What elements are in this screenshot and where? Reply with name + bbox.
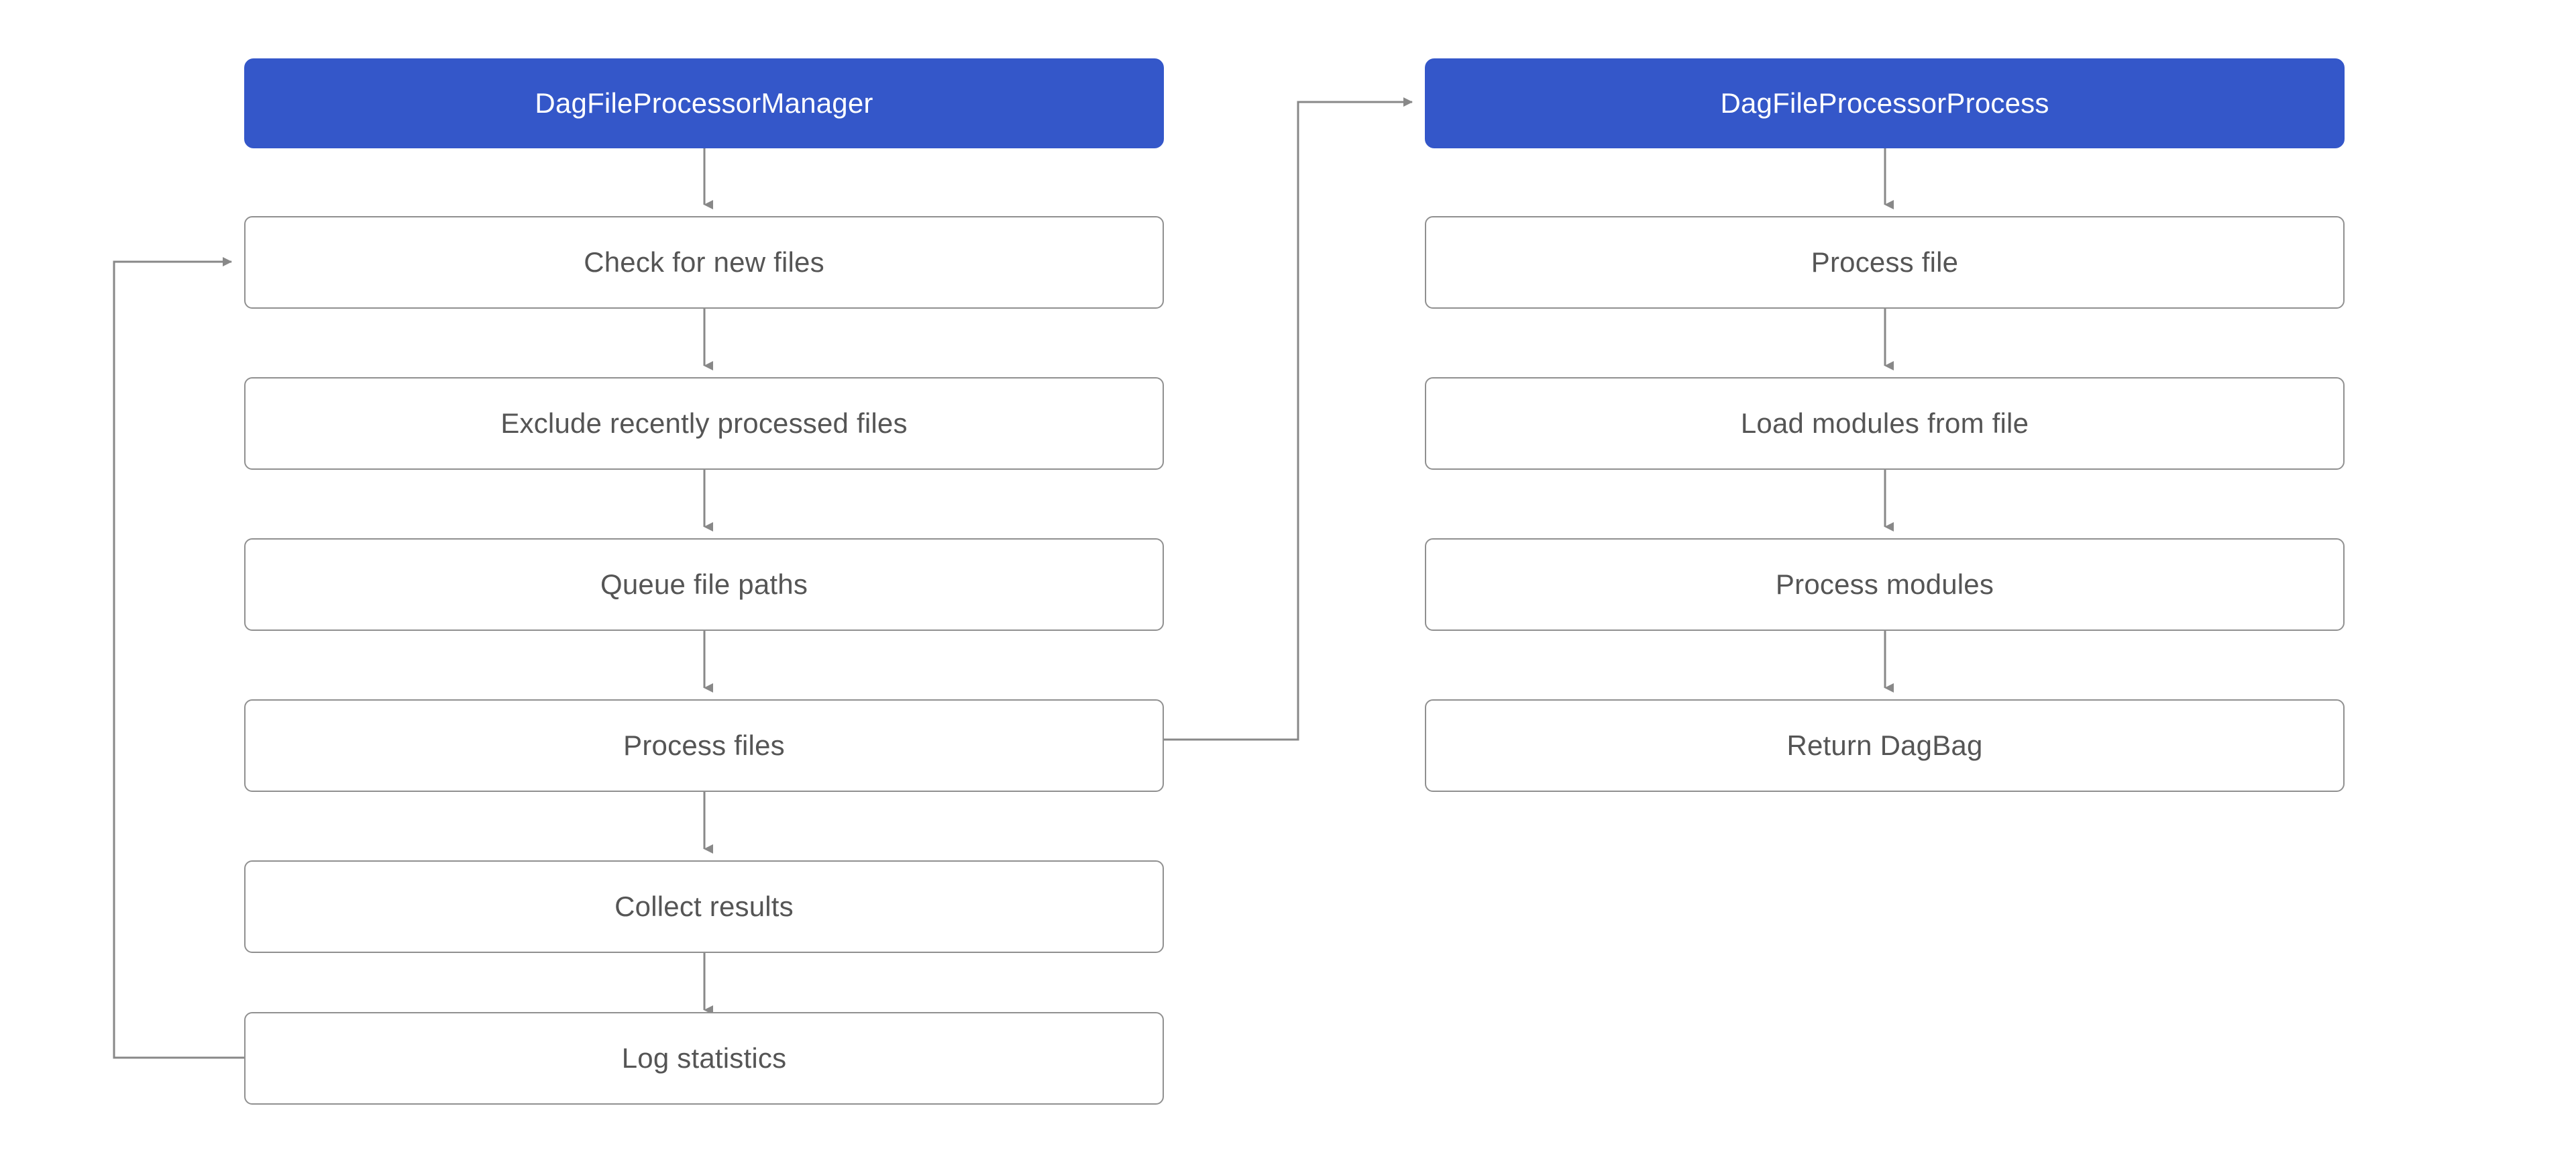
node-label: Return DagBag bbox=[1786, 729, 1983, 761]
node-load-modules-from-file[interactable]: Load modules from file bbox=[1425, 377, 2345, 470]
edge-process-files-to-processor bbox=[1164, 97, 1413, 741]
node-label: Process file bbox=[1811, 246, 1959, 278]
node-collect-results[interactable]: Collect results bbox=[244, 860, 1164, 953]
node-dag-file-processor-process[interactable]: DagFileProcessorProcess bbox=[1425, 58, 2345, 148]
node-label: Check for new files bbox=[584, 246, 824, 278]
node-label: Collect results bbox=[614, 890, 794, 922]
node-return-dagbag[interactable]: Return DagBag bbox=[1425, 699, 2345, 792]
node-label: Log statistics bbox=[621, 1042, 787, 1074]
node-label: Process files bbox=[623, 729, 785, 761]
edge-log-feedback-to-check bbox=[113, 257, 246, 1059]
flowchart-canvas: DagFileProcessorManager Check for new fi… bbox=[0, 0, 2576, 1157]
node-label: DagFileProcessorProcess bbox=[1720, 87, 2049, 119]
node-log-statistics[interactable]: Log statistics bbox=[244, 1012, 1164, 1105]
node-label: Process modules bbox=[1775, 568, 1994, 600]
node-exclude-recently-processed-files[interactable]: Exclude recently processed files bbox=[244, 377, 1164, 470]
node-dag-file-processor-manager[interactable]: DagFileProcessorManager bbox=[244, 58, 1164, 148]
node-label: Exclude recently processed files bbox=[500, 407, 908, 439]
node-check-for-new-files[interactable]: Check for new files bbox=[244, 216, 1164, 309]
node-process-modules[interactable]: Process modules bbox=[1425, 538, 2345, 631]
node-process-files[interactable]: Process files bbox=[244, 699, 1164, 792]
node-process-file[interactable]: Process file bbox=[1425, 216, 2345, 309]
node-label: Queue file paths bbox=[600, 568, 808, 600]
node-label: Load modules from file bbox=[1740, 407, 2029, 439]
node-queue-file-paths[interactable]: Queue file paths bbox=[244, 538, 1164, 631]
node-label: DagFileProcessorManager bbox=[535, 87, 873, 119]
